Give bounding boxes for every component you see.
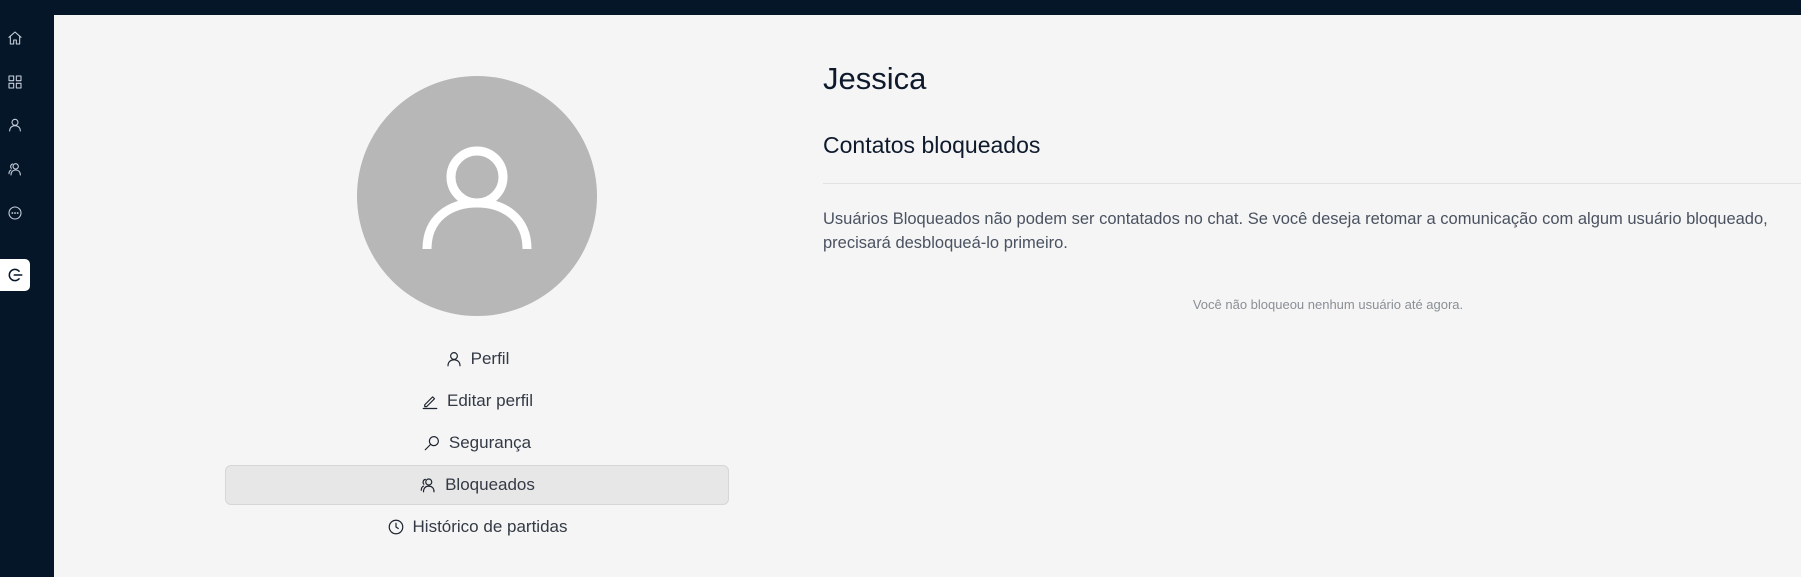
clock-icon [388,519,403,535]
menu-item-historico-de-partidas[interactable]: Histórico de partidas [225,507,729,547]
menu-item-label: Bloqueados [445,475,535,494]
avatar [357,76,597,316]
logout-icon[interactable] [0,259,30,291]
top-bar [0,0,1801,15]
blocked-description: Usuários Bloqueados não podem ser contat… [823,210,1768,252]
menu-item-seguranca[interactable]: Segurança [225,423,729,463]
menu-item-label: Histórico de partidas [412,517,568,536]
profile-page: Perfil Editar perfil Segurança Bloqueado… [54,15,1801,577]
divider [823,183,1801,184]
pencil-icon [422,396,438,410]
sidebar [0,0,54,577]
home-icon[interactable] [3,26,27,50]
key-icon [424,436,439,451]
user-icon [447,352,461,367]
user-icon[interactable] [3,113,27,137]
profile-menu: Perfil Editar perfil Segurança Bloqueado… [225,339,729,549]
profile-name: Jessica [823,61,927,96]
section-title: Contatos bloqueados [823,132,1041,158]
empty-state-message: Você não bloqueou nenhum usuário até ago… [1192,297,1464,312]
chat-icon[interactable] [3,201,27,225]
grid-icon[interactable] [3,70,27,94]
users-icon[interactable] [3,157,27,181]
menu-item-editar-perfil[interactable]: Editar perfil [225,381,729,421]
user-silhouette-icon [422,146,532,250]
menu-item-label: Perfil [470,349,510,368]
menu-item-perfil[interactable]: Perfil [225,339,729,379]
menu-item-bloqueados[interactable]: Bloqueados [225,465,729,505]
menu-item-label: Editar perfil [447,391,533,410]
menu-item-label: Segurança [448,433,532,452]
blocked-users-icon [420,478,435,493]
